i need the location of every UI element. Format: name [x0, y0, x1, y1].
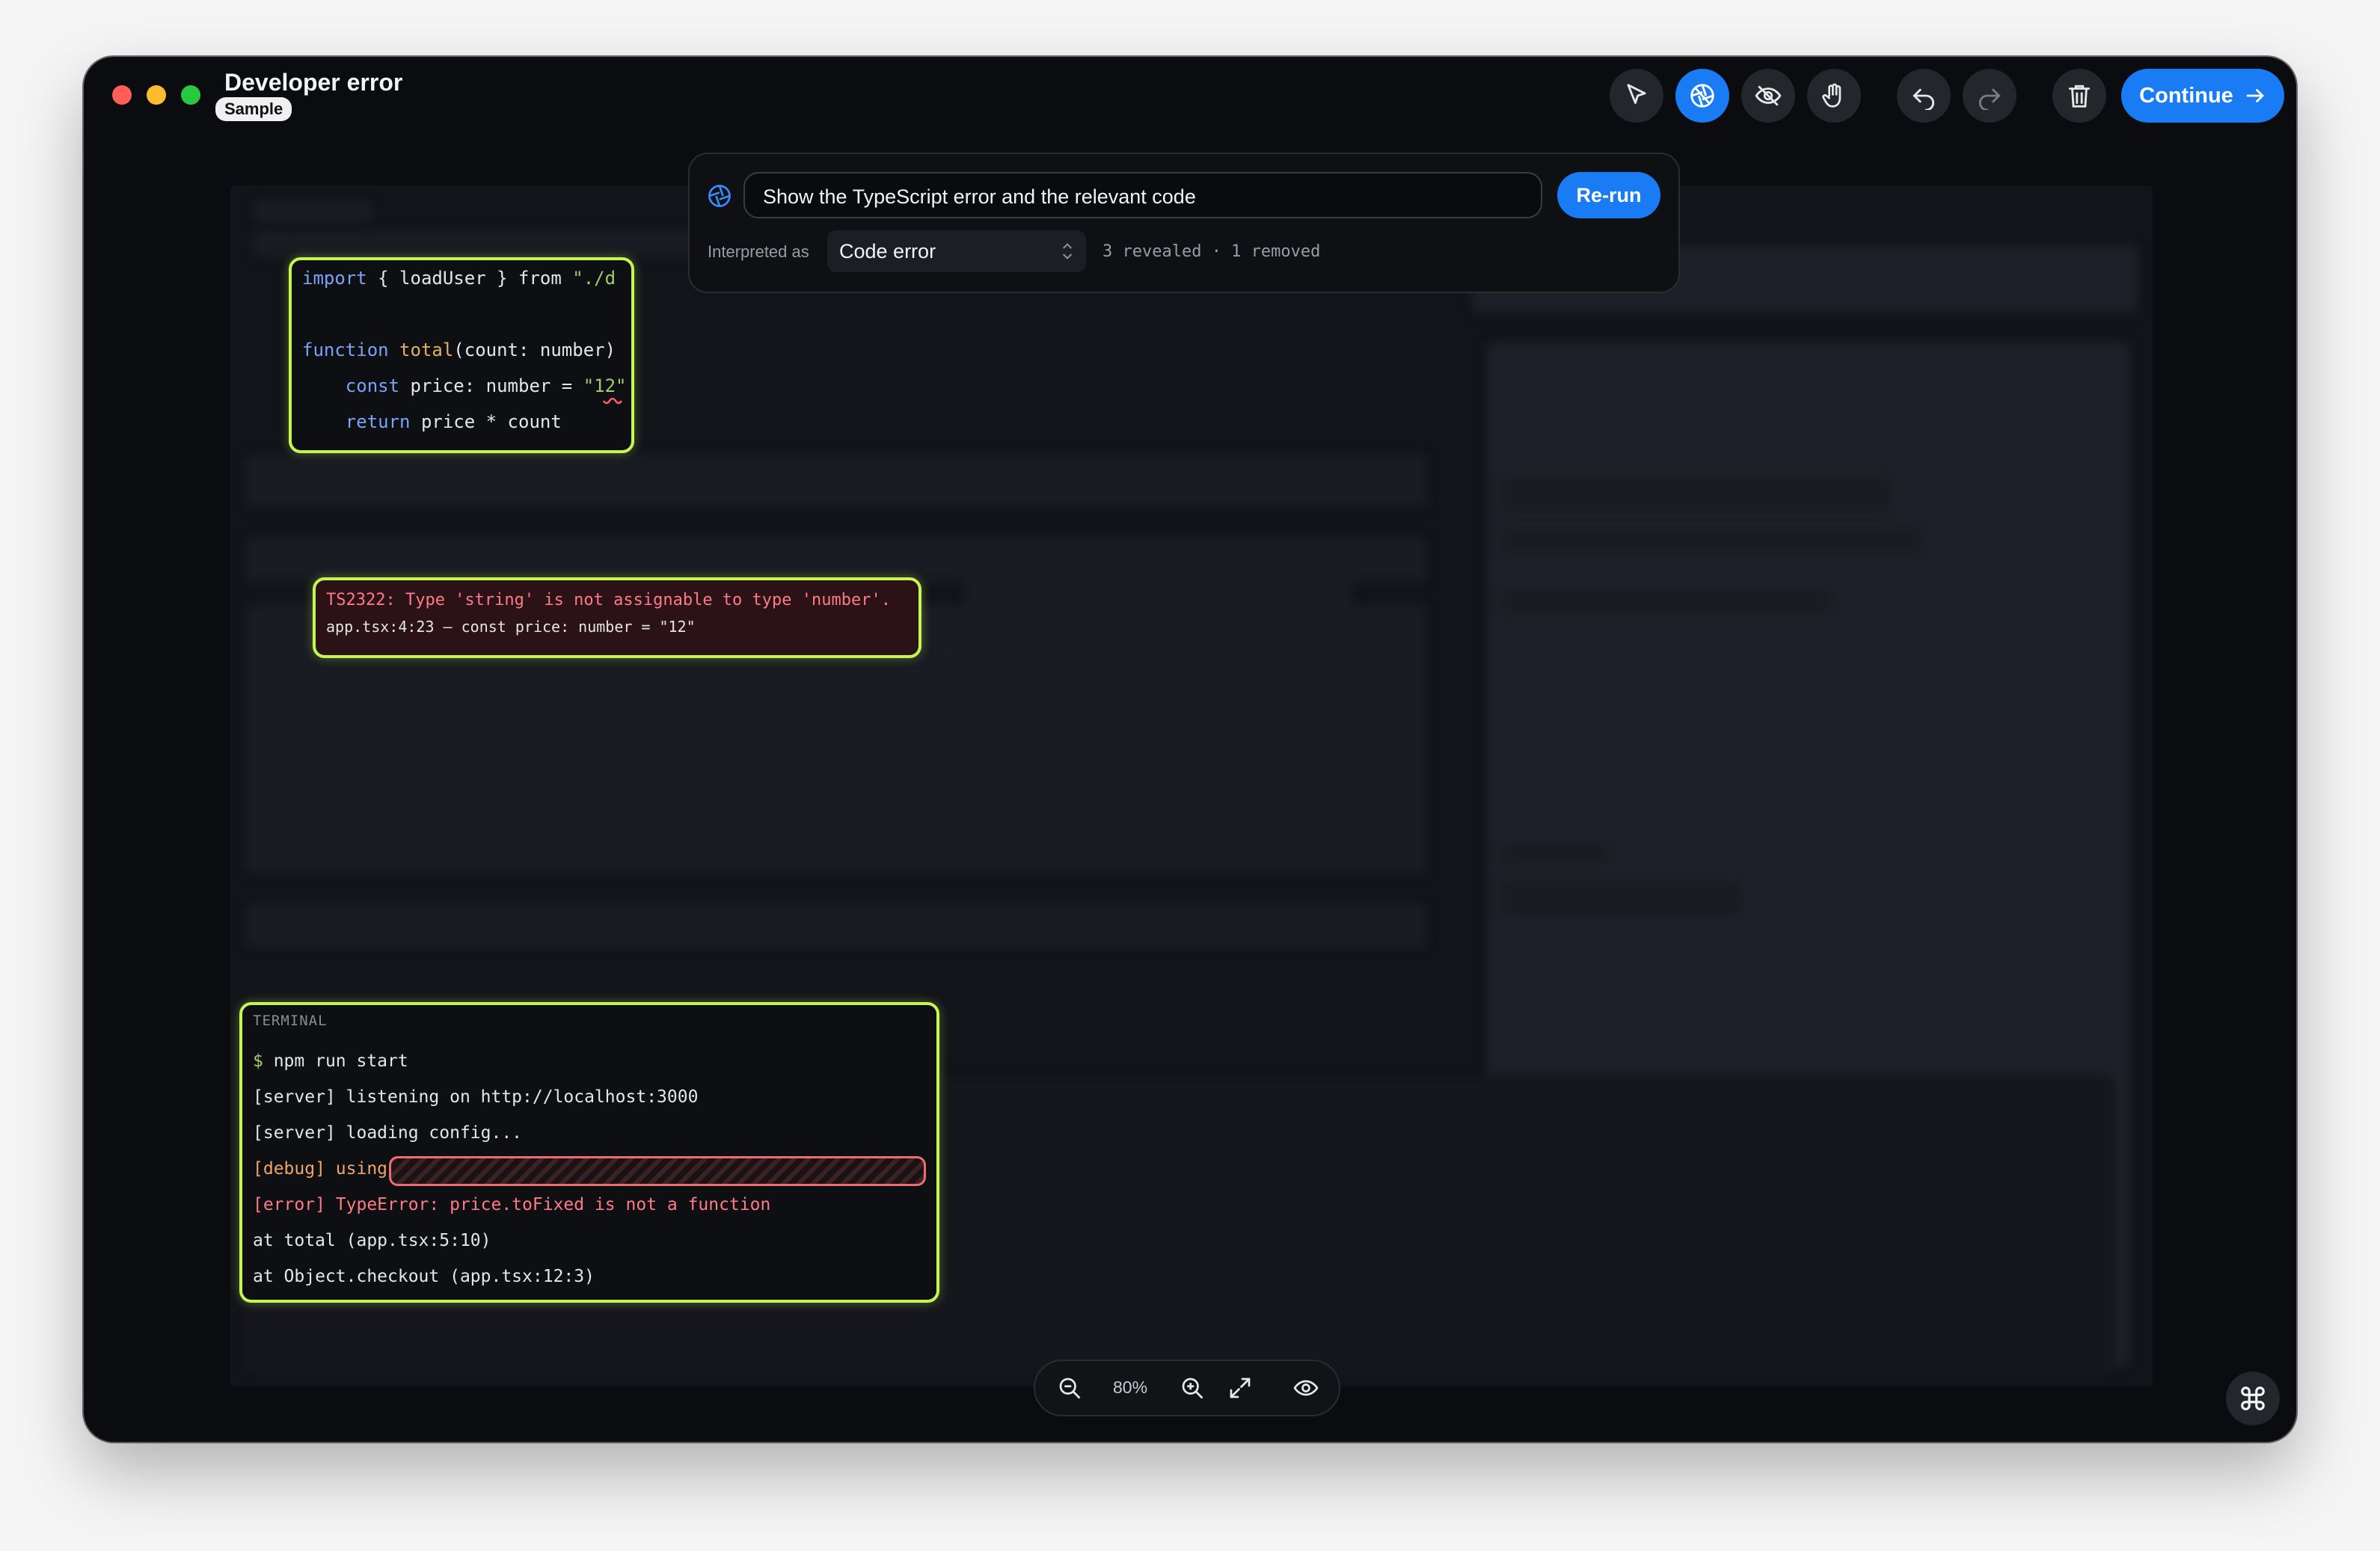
rerun-button[interactable]: Re-run [1557, 172, 1660, 218]
delete-button[interactable] [2052, 69, 2106, 123]
reveal-counts: 3 revealed · 1 removed [1102, 242, 1321, 261]
continue-label: Continue [2139, 83, 2233, 108]
terminal-line: [debug] using [253, 1159, 388, 1179]
command-menu-button[interactable] [2226, 1372, 2280, 1425]
ts-error-panel[interactable]: TS2322: Type 'string' is not assignable … [313, 577, 921, 658]
window-title: Developer error [224, 69, 403, 96]
error-location: app.tsx:4:23 — const price: number = "12… [326, 618, 696, 636]
error-message: TS2322: Type 'string' is not assignable … [326, 591, 891, 609]
hand-icon [1822, 83, 1841, 108]
interpreted-label: Interpreted as [708, 242, 809, 261]
reveal-tool-button[interactable] [1675, 69, 1729, 123]
terminal-panel[interactable]: TERMINAL $ npm run start [server] listen… [239, 1002, 939, 1303]
zoom-controls: 80% [1034, 1360, 1340, 1416]
redo-icon [1978, 88, 2001, 110]
zoom-out-icon[interactable] [1056, 1375, 1083, 1401]
pan-tool-button[interactable] [1807, 69, 1861, 123]
command-icon [2241, 1386, 2265, 1410]
terminal-line: [error] TypeError: price.toFixed is not … [253, 1195, 771, 1214]
redo-button[interactable] [1963, 69, 2016, 123]
eye-off-icon [1755, 85, 1782, 106]
code-line: function total(count: number) [302, 340, 616, 360]
chevron-updown-icon [1062, 243, 1073, 259]
window-controls [112, 85, 200, 105]
aperture-icon [1690, 84, 1714, 108]
continue-button[interactable]: Continue [2121, 69, 2284, 123]
code-snippet-panel[interactable]: import { loadUser } from "./d function t… [289, 257, 634, 453]
hide-tool-button[interactable] [1741, 69, 1795, 123]
sample-badge: Sample [215, 97, 292, 121]
zoom-in-icon[interactable] [1179, 1375, 1206, 1401]
redacted-region[interactable] [389, 1156, 926, 1186]
code-line: import { loadUser } from "./d [302, 268, 616, 289]
terminal-line: $ npm run start [253, 1051, 408, 1071]
terminal-line: [server] loading config... [253, 1123, 523, 1143]
zoom-level: 80% [1113, 1378, 1148, 1397]
arrow-right-icon [2246, 89, 2264, 102]
app-window: Developer error Sample Continue Show the… [84, 57, 2296, 1442]
terminal-line: at total (app.tsx:5:10) [253, 1231, 491, 1250]
prompt-bar: Show the TypeScript error and the releva… [688, 153, 1680, 293]
code-line: const price: number = "12" [345, 375, 627, 396]
interpretation-select[interactable]: Code error [827, 230, 1086, 272]
interpretation-value: Code error [839, 240, 936, 262]
error-squiggle [603, 398, 623, 405]
undo-button[interactable] [1897, 69, 1951, 123]
aperture-icon [708, 185, 731, 207]
zoom-window-button[interactable] [181, 85, 200, 105]
fit-screen-icon[interactable] [1227, 1375, 1254, 1401]
terminal-title: TERMINAL [253, 1013, 328, 1029]
minimize-window-button[interactable] [147, 85, 166, 105]
undo-icon [1913, 88, 1935, 110]
trash-icon [2068, 85, 2091, 108]
terminal-line: [server] listening on http://localhost:3… [253, 1087, 699, 1107]
eye-icon[interactable] [1292, 1375, 1319, 1401]
terminal-line: at Object.checkout (app.tsx:12:3) [253, 1267, 595, 1286]
close-window-button[interactable] [112, 85, 132, 105]
code-line: return price * count [345, 411, 562, 432]
prompt-input[interactable]: Show the TypeScript error and the releva… [743, 172, 1542, 218]
cursor-arrow-icon [1627, 84, 1646, 104]
select-tool-button[interactable] [1610, 69, 1663, 123]
